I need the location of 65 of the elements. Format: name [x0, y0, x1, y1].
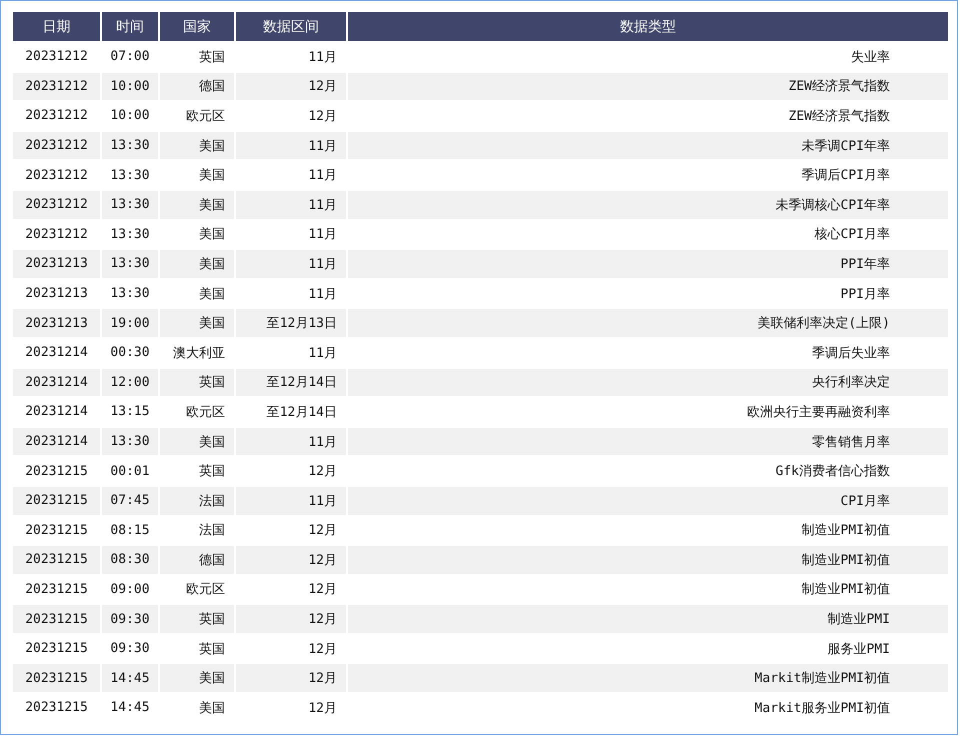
table-cell: 12:00 [102, 366, 160, 396]
table-cell: 美国 [160, 307, 236, 337]
table-cell: 14:45 [102, 692, 160, 722]
table-cell: 美国 [160, 248, 236, 278]
table-cell: 20231213 [13, 307, 102, 337]
table-cell: 20231214 [13, 426, 102, 456]
table-cell: 20231215 [13, 692, 102, 722]
table-cell: 20231215 [13, 603, 102, 633]
table-cell: 20231212 [13, 188, 102, 219]
table-cell: 至12月14日 [236, 366, 348, 396]
table-cell: 美国 [160, 130, 236, 160]
table-cell: 07:45 [102, 484, 160, 514]
table-cell: 制造业PMI [348, 603, 948, 633]
table-cell: 零售销售月率 [348, 426, 948, 456]
table-cell: 美联储利率决定(上限) [348, 307, 948, 337]
table-cell: 11月 [236, 248, 348, 278]
table-cell: 11月 [236, 130, 348, 160]
table-cell: 未季调CPI年率 [348, 130, 948, 160]
table-cell: 12月 [236, 692, 348, 722]
table-cell: 德国 [160, 544, 236, 574]
table-cell: 法国 [160, 484, 236, 514]
table-cell: 美国 [160, 188, 236, 219]
table-cell: 英国 [160, 366, 236, 396]
table-cell: 10:00 [102, 70, 160, 100]
table-cell: 德国 [160, 70, 236, 100]
table-cell: 英国 [160, 603, 236, 633]
column-header: 数据类型 [348, 12, 948, 41]
column-header: 数据区间 [236, 12, 348, 41]
column-header: 国家 [160, 12, 236, 41]
table-cell: Markit制造业PMI初值 [348, 662, 948, 692]
table-cell: 12月 [236, 603, 348, 633]
table-cell: 美国 [160, 662, 236, 692]
table-cell: 未季调核心CPI年率 [348, 188, 948, 219]
column-header: 日期 [13, 12, 102, 41]
table-cell: 20231213 [13, 248, 102, 278]
table-cell: 13:30 [102, 248, 160, 278]
table-cell: 19:00 [102, 307, 160, 337]
table-cell: 14:45 [102, 662, 160, 692]
table-cell: 11月 [236, 426, 348, 456]
table-cell: Markit服务业PMI初值 [348, 692, 948, 722]
table-cell: 12月 [236, 544, 348, 574]
table-cell: 12月 [236, 70, 348, 100]
table-cell: 13:30 [102, 426, 160, 456]
table-cell: 制造业PMI初值 [348, 544, 948, 574]
table-cell: 20231214 [13, 366, 102, 396]
table-cell: 09:30 [102, 603, 160, 633]
table-cell: 美国 [160, 426, 236, 456]
table-cell: 13:30 [102, 188, 160, 219]
table-cell: 20231215 [13, 662, 102, 692]
table-cell: 央行利率决定 [348, 366, 948, 396]
table-cell: 20231212 [13, 70, 102, 100]
table-cell: 13:30 [102, 130, 160, 160]
table-cell: 20231212 [13, 130, 102, 160]
table-cell: 20231215 [13, 484, 102, 514]
column-header: 时间 [102, 12, 160, 41]
table-cell: 20231215 [13, 544, 102, 574]
table-cell: PPI年率 [348, 248, 948, 278]
table-cell: 至12月13日 [236, 307, 348, 337]
table-cell: 11月 [236, 188, 348, 219]
table-cell: 08:30 [102, 544, 160, 574]
table-cell: 11月 [236, 484, 348, 514]
table-cell: CPI月率 [348, 484, 948, 514]
table-cell: 美国 [160, 692, 236, 722]
table-cell: ZEW经济景气指数 [348, 70, 948, 100]
table-cell: 12月 [236, 662, 348, 692]
